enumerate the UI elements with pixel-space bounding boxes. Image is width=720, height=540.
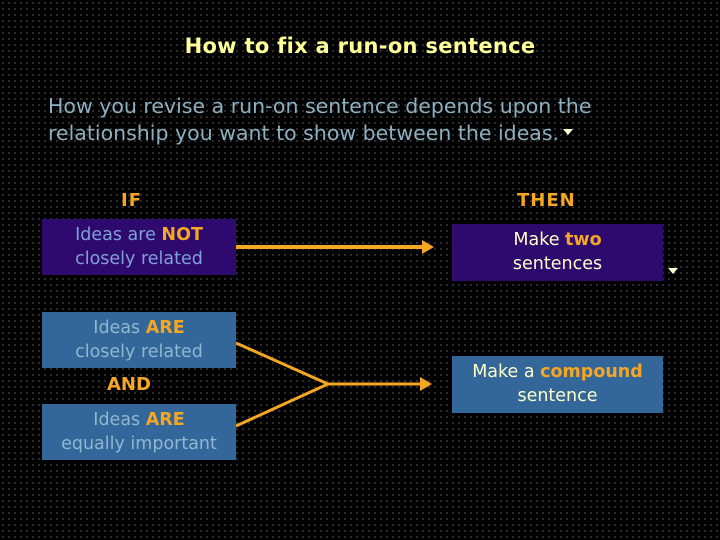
result-text-line2: sentences <box>512 254 603 274</box>
condition-emphasis: NOT <box>161 225 203 245</box>
condition-text-line2: equally important <box>61 434 217 454</box>
condition-text: Ideas <box>93 410 146 430</box>
and-label: AND <box>107 374 151 395</box>
condition-text-line2: closely related <box>75 249 203 269</box>
result-emphasis: two <box>565 230 602 250</box>
result-text: Make a <box>472 362 541 382</box>
result-emphasis: compound <box>540 362 643 382</box>
merge-line-lower <box>235 382 329 428</box>
condition-text-line2: closely related <box>75 342 203 362</box>
result-text-line2: sentence <box>517 386 598 406</box>
arrowhead-bottom-icon <box>420 377 432 391</box>
result-compound-sentence-box: Make a compound sentence <box>452 356 663 413</box>
condition-emphasis: ARE <box>145 410 185 430</box>
merge-line-upper <box>235 341 329 386</box>
condition-not-related-box: Ideas are NOT closely related <box>42 219 236 275</box>
result-text: Make <box>513 230 566 250</box>
condition-emphasis: ARE <box>145 318 185 338</box>
arrowhead-top-icon <box>422 240 434 254</box>
condition-text: Ideas <box>93 318 146 338</box>
triangle-down-icon <box>668 268 678 274</box>
condition-are-related-box: Ideas ARE closely related <box>42 312 236 368</box>
condition-text: Ideas are <box>75 225 162 245</box>
result-two-sentences-box: Make two sentences <box>452 224 663 281</box>
condition-equally-important-box: Ideas ARE equally important <box>42 404 236 460</box>
